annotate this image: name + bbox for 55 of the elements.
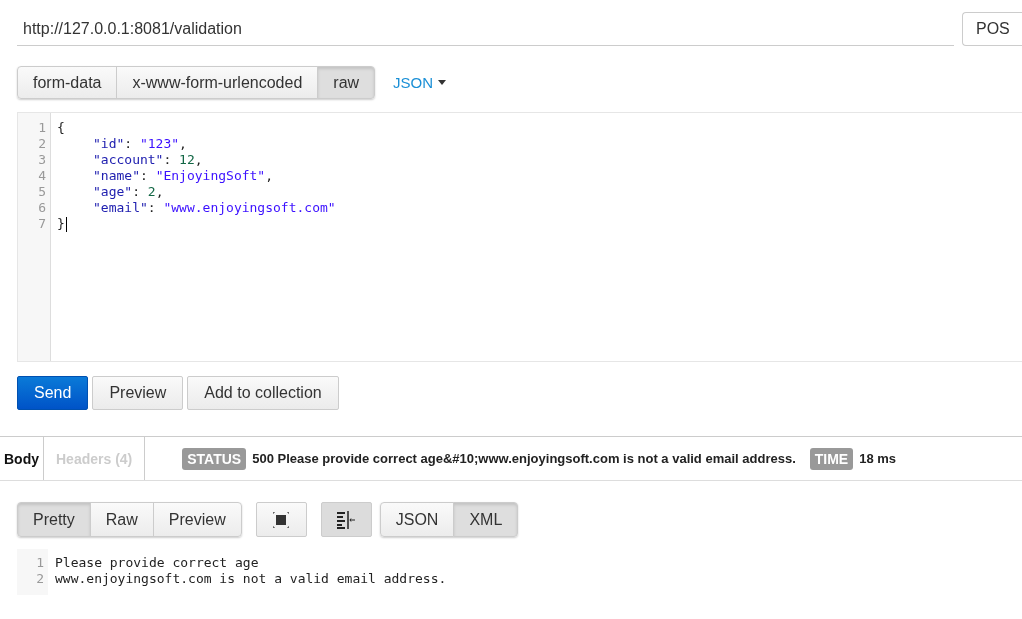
body-mode-tab[interactable]: raw: [317, 66, 376, 99]
code-token: 12: [179, 152, 195, 168]
code-token: {: [57, 120, 65, 136]
code-token: ,: [155, 184, 164, 200]
method-dropdown[interactable]: POS: [962, 12, 1022, 46]
line-number: 2: [35, 571, 45, 587]
code-token: :: [147, 200, 157, 216]
code-token: ,: [265, 168, 274, 184]
view-mode-tab[interactable]: Pretty: [17, 502, 91, 537]
wrap-lines-button[interactable]: [320, 502, 372, 537]
view-mode-tab[interactable]: Preview: [152, 502, 242, 537]
caret-icon: [438, 80, 447, 85]
code-token: ,: [179, 136, 187, 152]
code-token: "age": [93, 184, 133, 200]
code-token: "email": [93, 200, 148, 216]
code-token: :: [163, 152, 173, 168]
code-token: :: [124, 136, 134, 152]
body-mode-tab[interactable]: x-www-form-urlencoded: [116, 66, 319, 99]
language-dropdown[interactable]: JSON: [387, 70, 453, 95]
line-number: 2: [37, 136, 47, 152]
view-mode-tab[interactable]: Raw: [89, 502, 154, 537]
code-token: "www.enjoyingsoft.com": [163, 200, 336, 216]
body-mode-tab[interactable]: form-data: [17, 66, 118, 99]
line-number: 4: [37, 168, 47, 184]
line-number: 1: [35, 555, 45, 571]
response-line: www.enjoyingsoft.com is not a valid email address.: [55, 571, 447, 587]
response-line: Please provide correct age: [55, 555, 260, 571]
code-token: "123": [139, 136, 180, 152]
status-text: 500 Please provide correct age&#10;www.enjoyingsoft.com is not a valid email address.: [252, 451, 796, 466]
code-token: "account": [93, 152, 164, 168]
format-tab[interactable]: XML: [453, 502, 519, 537]
status-label: STATUS: [182, 447, 247, 470]
action-button[interactable]: Preview: [92, 376, 184, 410]
square-icon: [273, 511, 290, 528]
code-token: ,: [194, 152, 203, 168]
fullscreen-button[interactable]: [255, 502, 307, 537]
line-number: 5: [37, 184, 47, 200]
format-tab[interactable]: JSON: [379, 502, 455, 537]
time-text: 18 ms: [859, 451, 897, 466]
code-token: "EnjoyingSoft": [155, 168, 266, 184]
action-button[interactable]: Send: [17, 376, 89, 410]
wrap-lines-icon: [336, 510, 357, 529]
line-number: 1: [37, 120, 47, 136]
code-token: 2: [147, 184, 156, 200]
code-editor[interactable]: 1 2 3 4 5 6 7 { "id": "123", "account": 12, "name": "EnjoyingSoft", "age": 2, "email": "www.enjoyingsoft.com" }: [17, 112, 1022, 362]
code-token: :: [132, 184, 141, 200]
line-number: 7: [37, 216, 47, 232]
action-button[interactable]: Add to collection: [187, 376, 339, 410]
code-token: "name": [93, 168, 140, 184]
line-number: 3: [37, 152, 47, 168]
code-token: }: [57, 216, 65, 232]
code-token: :: [139, 168, 149, 184]
time-label: TIME: [809, 447, 854, 470]
line-number: 6: [37, 200, 47, 216]
code-token: "id": [93, 136, 125, 152]
